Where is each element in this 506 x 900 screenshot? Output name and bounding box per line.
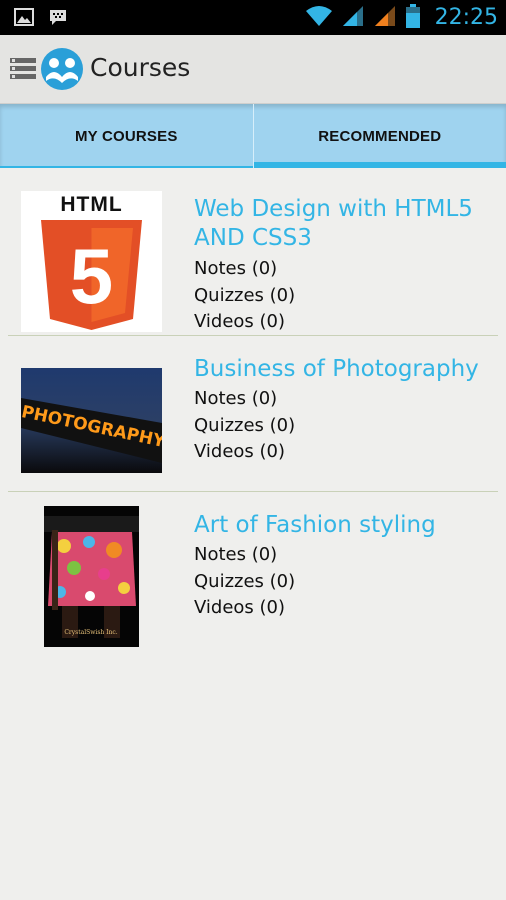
videos-count: Videos (0) [194,441,286,462]
tab-label: MY COURSES [74,127,178,145]
tab-my-courses[interactable]: MY COURSES [0,104,253,168]
notes-count: Notes (0) [194,258,278,279]
html-logo-text: HTML [60,193,122,216]
quizzes-count: Quizzes (0) [194,571,296,592]
course-thumbnail: HTML 5 [21,191,162,332]
clock: 22:25 [434,5,498,30]
drawer-menu-icon[interactable] [10,57,36,85]
course-title[interactable]: Web Design with HTML5 AND CSS3 [194,195,494,253]
quizzes-count: Quizzes (0) [194,285,296,306]
fashion-watermark: CrystalSwish Inc. [64,629,117,636]
html-logo-numeral: 5 [70,232,113,320]
signal-icon [341,4,365,32]
course-title[interactable]: Art of Fashion styling [194,511,494,540]
wifi-icon [305,4,333,32]
quizzes-count: Quizzes (0) [194,415,296,436]
course-title[interactable]: Business of Photography [194,355,494,384]
course-list: HTML 5 Web Design with HTML5 AND CSS3 No… [0,170,506,652]
videos-count: Videos (0) [194,597,286,618]
course-item[interactable]: HTML 5 Web Design with HTML5 AND CSS3 No… [0,170,506,336]
page-title: Courses [90,53,191,82]
tab-indicator [0,166,253,168]
videos-count: Videos (0) [194,311,286,332]
status-bar: 22:25 [0,0,506,35]
tab-label: RECOMMENDED [318,127,442,145]
notes-count: Notes (0) [194,388,278,409]
tab-indicator-selected [253,162,506,168]
course-item[interactable]: CrystalSwish Inc. Art of Fashion styling… [0,492,506,652]
course-item[interactable]: PHOTOGRAPHY Business of Photography Note… [0,336,506,492]
bbm-icon [48,8,68,30]
app-logo-icon[interactable] [40,47,84,95]
signal-icon [373,4,397,32]
gallery-icon [14,8,34,30]
action-bar: Courses [0,35,506,104]
battery-icon [405,3,421,33]
notes-count: Notes (0) [194,544,278,565]
course-thumbnail: PHOTOGRAPHY [21,368,162,473]
course-thumbnail: CrystalSwish Inc. [44,506,139,647]
tab-bar: MY COURSES RECOMMENDED [0,104,506,168]
tab-recommended[interactable]: RECOMMENDED [252,104,506,168]
